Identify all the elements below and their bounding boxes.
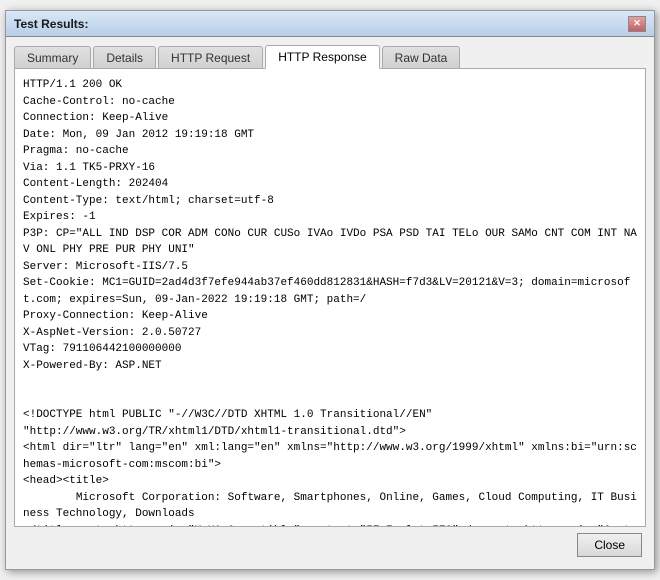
- tab-details[interactable]: Details: [93, 46, 156, 69]
- tab-bar: Summary Details HTTP Request HTTP Respon…: [14, 45, 646, 69]
- response-content[interactable]: HTTP/1.1 200 OK Cache-Control: no-cache …: [15, 69, 645, 526]
- tab-summary[interactable]: Summary: [14, 46, 91, 69]
- tab-raw-data[interactable]: Raw Data: [382, 46, 461, 69]
- title-bar-buttons: ✕: [628, 16, 646, 32]
- window-content: Summary Details HTTP Request HTTP Respon…: [6, 37, 654, 569]
- window-close-button[interactable]: ✕: [628, 16, 646, 32]
- tab-panel: HTTP/1.1 200 OK Cache-Control: no-cache …: [14, 68, 646, 527]
- button-bar: Close: [14, 527, 646, 561]
- test-results-window: Test Results: ✕ Summary Details HTTP Req…: [5, 10, 655, 570]
- tab-http-response[interactable]: HTTP Response: [265, 45, 379, 69]
- title-bar: Test Results: ✕: [6, 11, 654, 37]
- window-title: Test Results:: [14, 17, 88, 31]
- tab-http-request[interactable]: HTTP Request: [158, 46, 263, 69]
- close-button[interactable]: Close: [577, 533, 642, 557]
